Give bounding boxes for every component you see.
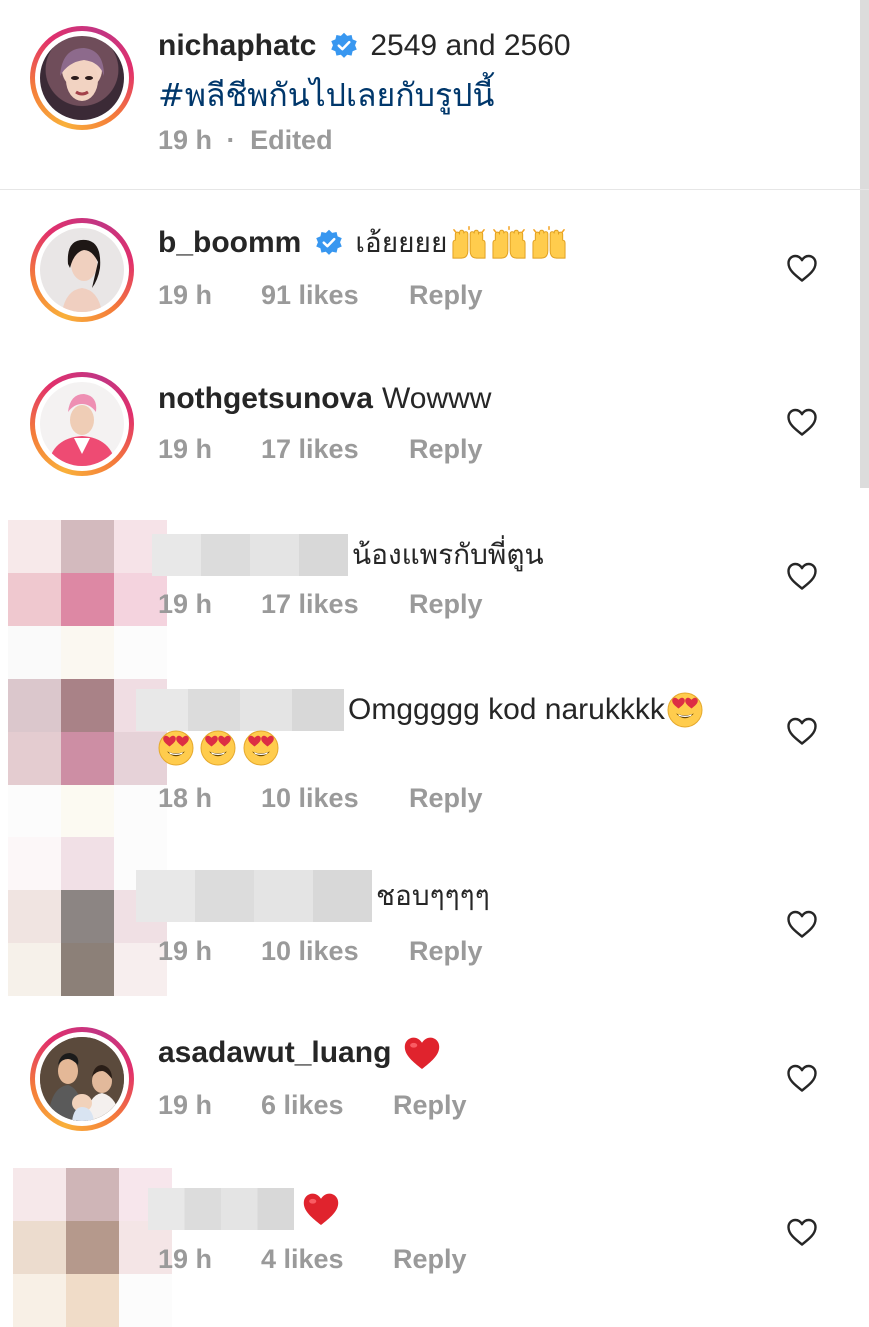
heart-outline-icon[interactable] [786,909,818,939]
comment-meta: 19 h 17 likes Reply [158,589,558,623]
comment-username[interactable]: asadawut_luang [158,1036,391,1070]
divider [0,189,869,190]
comment-meta: 19 h 6 likes Reply [158,1090,558,1124]
comment-timestamp: 19 h [158,434,213,464]
comment-meta: 19 h 91 likes Reply [158,280,558,314]
comment-text: Wowww [382,382,492,415]
reply-button[interactable]: Reply [393,1090,467,1121]
comment-avatar[interactable] [30,372,134,476]
comment-likes[interactable]: 17 likes [261,589,359,620]
comment-timestamp: 19 h [158,936,213,966]
obscured-username[interactable] [148,1188,294,1230]
comment-line: b_boomm เอ้ยยยย [158,222,569,264]
scrollbar[interactable] [860,0,869,488]
comment-text: น้องแพรกับพี่ตูน [352,538,544,571]
red-heart-emoji-icon [403,1035,441,1071]
comment-line: nothgetsunova Wowww [158,378,491,420]
caption-avatar[interactable] [30,26,134,130]
heart-outline-icon[interactable] [786,716,818,746]
caption-timestamp: 19 h [158,125,213,155]
comment-timestamp: 18 h [158,783,213,813]
obscured-avatar[interactable] [8,520,167,679]
reply-button[interactable]: Reply [409,936,483,967]
comment-likes[interactable]: 10 likes [261,936,359,967]
comment-avatar[interactable] [30,218,134,322]
emoji-line [158,730,279,768]
comment-text: เอ้ยยยย [355,226,448,259]
comment-timestamp: 19 h [158,1090,213,1120]
obscured-username[interactable] [136,870,372,922]
comment-line: น้องแพรกับพี่ตูน [152,533,544,577]
comment-line: Omggggg kod narukkkk [136,688,703,732]
comment-likes[interactable]: 10 likes [261,783,359,814]
caption-hashtag[interactable]: #พลีชีพกันไปเลยกับรูปนี้ [158,70,494,114]
comment-meta: 19 h 4 likes Reply [158,1244,558,1278]
raised-hands-emoji-icon [529,226,569,260]
caption-edited-label: Edited [250,125,333,155]
heart-eyes-emoji-icon [667,692,703,728]
reply-button[interactable]: Reply [409,280,483,311]
comment-likes[interactable]: 6 likes [261,1090,344,1121]
raised-hands-emoji-icon [449,226,489,260]
reply-button[interactable]: Reply [409,589,483,620]
comment-meta: 19 h 17 likes Reply [158,434,558,468]
red-heart-emoji-icon [302,1191,340,1227]
comment-likes[interactable]: 91 likes [261,280,359,311]
comment-line [148,1186,340,1232]
comment-timestamp: 19 h [158,280,213,310]
comment-text: Omggggg kod narukkkk [348,693,665,726]
verified-badge-icon [315,229,343,257]
comment-meta: 18 h 10 likes Reply [158,783,558,817]
obscured-username[interactable] [136,689,344,731]
comment-timestamp: 19 h [158,1244,213,1274]
heart-outline-icon[interactable] [786,407,818,437]
comment-username[interactable]: nothgetsunova [158,382,373,416]
comment-likes[interactable]: 17 likes [261,434,359,465]
heart-outline-icon[interactable] [786,561,818,591]
caption-username[interactable]: nichaphatc [158,29,316,63]
verified-badge-icon [330,32,358,60]
comment-likes[interactable]: 4 likes [261,1244,344,1275]
reply-button[interactable]: Reply [393,1244,467,1275]
comment-timestamp: 19 h [158,589,213,619]
heart-outline-icon[interactable] [786,1217,818,1247]
comment-text: ชอบๆๆๆๆ [376,879,490,912]
caption-meta: 19 h · Edited [158,125,333,156]
heart-eyes-emoji-icon [200,730,236,766]
obscured-username[interactable] [152,534,348,576]
raised-hands-emoji-icon [489,226,529,260]
comment-meta: 19 h 10 likes Reply [158,936,558,970]
comment-line: ชอบๆๆๆๆ [136,870,490,922]
reply-button[interactable]: Reply [409,783,483,814]
comment-avatar[interactable] [30,1027,134,1131]
comment-line: asadawut_luang [158,1032,441,1074]
caption-separator: · [226,125,236,155]
heart-outline-icon[interactable] [786,1063,818,1093]
caption-text: 2549 and 2560 [370,29,571,62]
comment-username[interactable]: b_boomm [158,226,301,260]
reply-button[interactable]: Reply [409,434,483,465]
heart-outline-icon[interactable] [786,253,818,283]
heart-eyes-emoji-icon [243,730,279,766]
heart-eyes-emoji-icon [158,730,194,766]
